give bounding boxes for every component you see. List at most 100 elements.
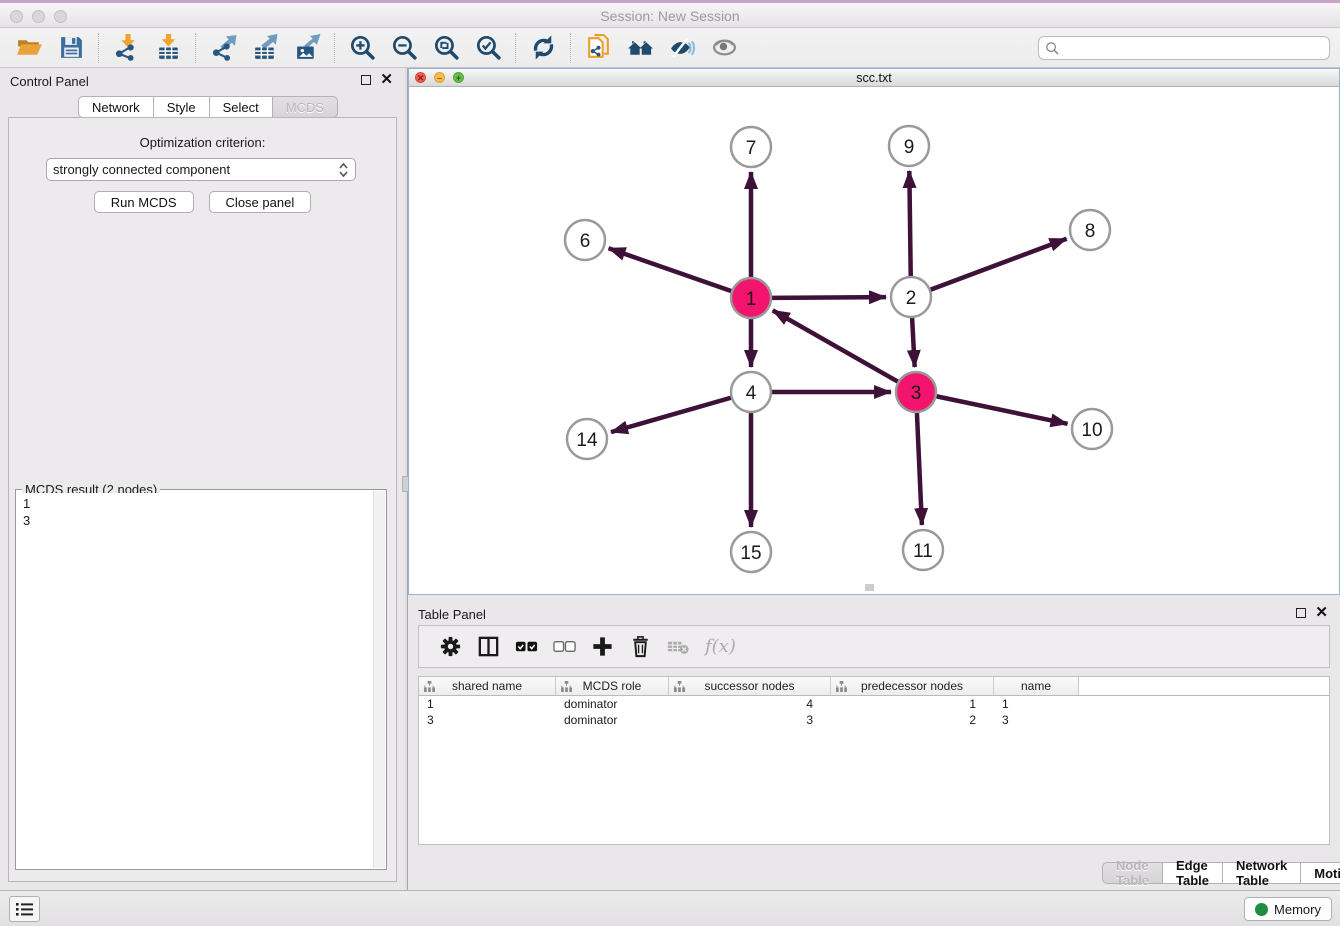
toolbar-separator [515,33,516,63]
network-frame-title: scc.txt [409,71,1339,85]
tab-network-table[interactable]: Network Table [1223,862,1301,884]
svg-text:14: 14 [576,430,598,451]
tab-motifs[interactable]: Motifs [1301,862,1340,884]
home-button[interactable] [625,33,655,63]
add-column-icon[interactable] [589,634,615,660]
search-input[interactable] [1060,41,1329,56]
edge-1-6[interactable] [609,248,733,291]
export-image-icon[interactable] [292,33,322,63]
graph-node-8[interactable]: 8 [1070,210,1110,250]
clone-network-button[interactable] [583,33,613,63]
table-header-row: shared name MCDS role successor nodes pr… [419,677,1329,696]
apply-layout-button[interactable] [528,33,558,63]
control-panel-title: Control Panel [10,74,89,89]
tab-node-table[interactable]: Node Table [1102,862,1163,884]
graph-node-7[interactable]: 7 [731,127,771,167]
list-icon [16,902,33,917]
table-settings-gear-icon[interactable] [437,634,463,660]
tab-edge-table[interactable]: Edge Table [1163,862,1223,884]
column-type-icon [674,681,685,692]
edge-3-10[interactable] [936,396,1068,424]
toolbar-separator [334,33,335,63]
graph-node-1[interactable]: 1 [731,278,771,318]
export-table-icon[interactable] [250,33,280,63]
zoom-out-button[interactable] [389,33,419,63]
deselect-all-icon[interactable] [551,634,577,660]
hide-glasses-icon[interactable] [667,33,697,63]
toolbar-separator [570,33,571,63]
svg-text:7: 7 [746,138,757,159]
run-mcds-button[interactable]: Run MCDS [94,191,194,213]
column-type-icon [561,681,572,692]
session-title: Session: New Session [0,8,1340,24]
window-titlebar: Session: New Session [0,0,1340,28]
column-header-name[interactable]: name [994,677,1079,695]
edge-3-1[interactable] [773,310,899,382]
graph-node-3[interactable]: 3 [896,372,936,412]
column-header-successor-nodes[interactable]: successor nodes [669,677,831,695]
mcds-result-text[interactable]: 1 3 [17,493,373,868]
zoom-selected-button[interactable] [473,33,503,63]
result-scrollbar[interactable] [373,491,385,868]
export-network-icon[interactable] [208,33,238,63]
frame-resize-grip[interactable] [865,584,874,591]
edge-2-8[interactable] [930,239,1067,290]
criterion-select[interactable]: strongly connected component [46,158,356,181]
import-table-icon[interactable] [153,33,183,63]
zoom-fit-button[interactable] [431,33,461,63]
node-table[interactable]: shared name MCDS role successor nodes pr… [418,676,1330,845]
graph-node-15[interactable]: 15 [731,532,771,572]
close-panel-icon[interactable]: ✕ [380,75,393,85]
edge-4-14[interactable] [611,398,732,433]
network-frame-titlebar[interactable]: ✕ – + scc.txt [409,69,1339,87]
edge-2-3[interactable] [912,317,915,367]
import-network-icon[interactable] [111,33,141,63]
task-history-button[interactable] [9,896,40,922]
table-row[interactable]: 1 dominator 4 1 1 [419,696,1329,712]
graph-node-2[interactable]: 2 [891,277,931,317]
svg-text:6: 6 [580,231,591,252]
graph-node-4[interactable]: 4 [731,372,771,412]
delete-column-icon[interactable] [627,634,653,660]
graph-node-14[interactable]: 14 [567,419,607,459]
float-table-panel-icon[interactable] [1296,608,1306,618]
network-canvas[interactable]: 7 9 6 8 1 2 4 3 14 10 15 11 [409,87,1339,593]
open-session-button[interactable] [14,33,44,63]
graph-node-11[interactable]: 11 [903,530,943,570]
network-view-frame: ✕ – + scc.txt 7 9 6 8 1 2 4 3 14 10 15 11 [408,68,1340,595]
search-field[interactable] [1038,36,1330,60]
criterion-value: strongly connected component [53,162,230,177]
edge-3-11[interactable] [917,412,922,525]
svg-text:11: 11 [913,541,933,562]
column-header-shared-name[interactable]: shared name [419,677,556,695]
graph-node-10[interactable]: 10 [1072,409,1112,449]
select-stepper-icon [338,162,349,178]
edge-1-2[interactable] [771,297,886,298]
select-all-icon[interactable] [513,634,539,660]
graph-node-9[interactable]: 9 [889,126,929,166]
tab-network[interactable]: Network [78,96,154,118]
close-table-panel-icon[interactable]: ✕ [1315,608,1328,618]
application-window: Session: New Session [0,0,1340,926]
tab-select[interactable]: Select [210,96,273,118]
control-panel-tabs: Network Style Select MCDS [78,96,338,118]
float-panel-icon[interactable] [361,75,371,85]
zoom-in-button[interactable] [347,33,377,63]
svg-text:10: 10 [1081,420,1102,441]
memory-button[interactable]: Memory [1244,897,1332,921]
function-builder-icon: f(x) [705,636,736,657]
edge-2-9[interactable] [909,171,910,277]
column-header-mcds-role[interactable]: MCDS role [556,677,669,695]
table-row[interactable]: 3 dominator 3 2 3 [419,712,1329,728]
svg-text:1: 1 [746,289,757,310]
svg-text:2: 2 [906,288,917,309]
save-session-button[interactable] [56,33,86,63]
column-header-predecessor-nodes[interactable]: predecessor nodes [831,677,994,695]
column-type-icon [424,681,435,692]
tab-mcds[interactable]: MCDS [273,96,338,118]
graph-node-6[interactable]: 6 [565,220,605,260]
tab-style[interactable]: Style [154,96,210,118]
close-panel-button[interactable]: Close panel [209,191,312,213]
show-columns-icon[interactable] [475,634,501,660]
table-panel: Table Panel ✕ [408,595,1340,890]
